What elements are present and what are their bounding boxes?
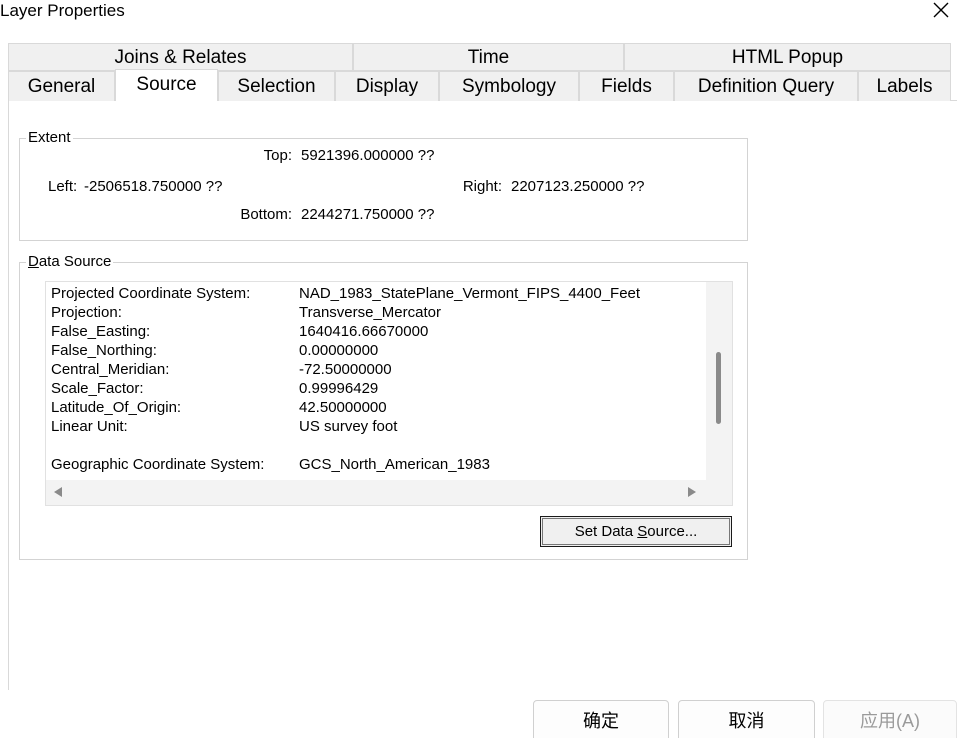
tab-row-front: General Source Selection Display Symbolo… [8,69,951,101]
tab-html-popup[interactable]: HTML Popup [624,43,951,71]
tab-general[interactable]: General [8,71,115,101]
tab-time[interactable]: Time [353,43,624,71]
set-data-source-button[interactable]: Set Data Source... [540,516,732,547]
extent-bottom-value: 2244271.750000 ?? [301,206,435,223]
extent-bottom-label: Bottom: [240,206,292,223]
extent-right-value: 2207123.250000 ?? [511,178,645,195]
tab-source[interactable]: Source [115,69,218,101]
vertical-scroll-thumb[interactable] [716,352,721,424]
tab-display[interactable]: Display [335,71,439,101]
tab-selection[interactable]: Selection [218,71,335,101]
close-icon [933,2,949,18]
tab-fields[interactable]: Fields [579,71,674,101]
extent-top-label: Top: [263,147,292,164]
title-bar: Layer Properties [0,0,957,26]
horizontal-scrollbar[interactable] [46,480,732,505]
apply-button[interactable]: 应用(A) [823,700,957,738]
scrollbar-corner [706,480,732,505]
tab-definition-query[interactable]: Definition Query [674,71,858,101]
scroll-right-arrow-icon[interactable] [688,487,696,497]
scroll-left-arrow-icon[interactable] [54,487,62,497]
data-source-legend: Data Source [26,253,114,271]
tab-row-back: Joins & Relates Time HTML Popup [8,43,951,71]
extent-left-value: -2506518.750000 ?? [84,178,223,195]
window-title: Layer Properties [0,1,125,20]
cancel-button[interactable]: 取消 [678,700,815,738]
extent-left-label: Left: [48,178,78,195]
close-button[interactable] [924,0,957,22]
extent-top-value: 5921396.000000 ?? [301,147,435,164]
data-source-info-list[interactable]: Projected Coordinate System: NAD_1983_St… [45,281,733,506]
tab-symbology[interactable]: Symbology [439,71,579,101]
tab-labels[interactable]: Labels [858,71,951,101]
vertical-scrollbar[interactable] [706,282,732,482]
extent-legend: Extent [26,129,73,147]
tab-joins-relates[interactable]: Joins & Relates [8,43,353,71]
extent-right-label: Right: [462,178,502,195]
ok-button[interactable]: 确定 [533,700,669,738]
